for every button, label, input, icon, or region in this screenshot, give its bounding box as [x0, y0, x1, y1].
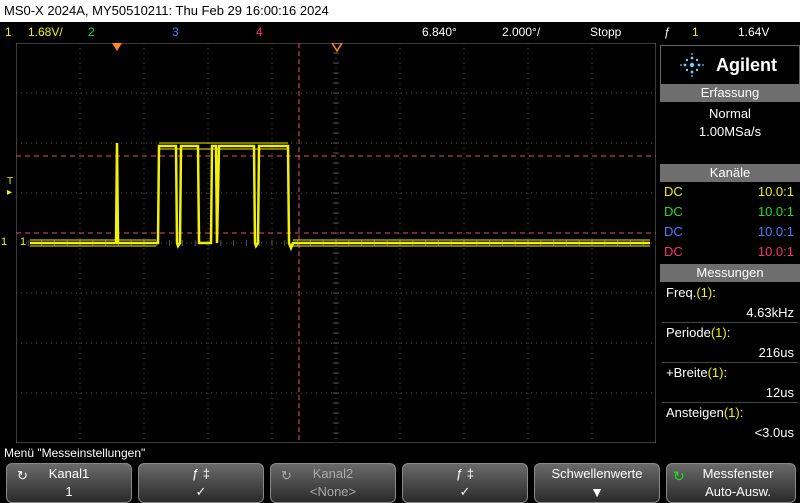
channel-coupling: DC	[664, 184, 683, 199]
side-panel: Agilent Erfassung Normal 1.00MSa/s Kanäl…	[660, 43, 800, 443]
measurement-colon: :	[726, 325, 731, 340]
edge-icons: ƒ ‡	[191, 466, 211, 481]
status-bar: 1 1.68V/ 2 3 4 6.840° 2.000°/ Stopp ƒ 1 …	[0, 22, 800, 42]
horizontal-delay[interactable]: 6.840°	[422, 22, 457, 42]
softkey-value: Auto-Ausw.	[705, 484, 771, 499]
acquisition-mode: Normal	[709, 106, 751, 121]
measurement-value: <3.0us	[754, 425, 794, 440]
channels-header[interactable]: Kanäle	[660, 164, 800, 182]
measurement-channel: (1)	[696, 285, 713, 300]
softkey-label: Schwellenwerte	[551, 466, 643, 481]
ch1-trace-tag: 1	[20, 236, 27, 248]
softkey-source2[interactable]: ↻ Kanal2 <None>	[270, 463, 396, 503]
softkey-measurement-window[interactable]: ↻ Messfenster Auto-Ausw.	[666, 463, 796, 503]
measurement-channel: (1)	[723, 405, 740, 420]
measurement-label: Ansteigen	[666, 405, 724, 420]
measurement-colon: :	[712, 285, 716, 300]
check-icon: ✓	[459, 484, 471, 499]
softkey-edge1[interactable]: ƒ ‡ ✓	[138, 463, 264, 503]
sample-rate: 1.00MSa/s	[698, 124, 762, 139]
waveform-display[interactable]	[16, 43, 656, 443]
ch1-number[interactable]: 1	[5, 22, 12, 42]
trigger-channel[interactable]: 1	[692, 22, 699, 42]
divider	[662, 362, 798, 363]
channel-probe-ratio: 10.0:1	[757, 224, 794, 239]
softkey-source1[interactable]: ↻ Kanal1 1	[6, 463, 132, 503]
softkey-bar: ↻ Kanal1 1 ƒ ‡ ✓ ↻ Kanal2 <None> ƒ ‡ ✓ S…	[0, 461, 800, 503]
measurement-value: 216us	[758, 345, 794, 360]
timebase-scale[interactable]: 2.000°/	[502, 22, 540, 42]
softkey-edge2[interactable]: ƒ ‡ ✓	[402, 463, 528, 503]
brand-box: Agilent	[660, 45, 800, 85]
window-title: MS0-X 2024A, MY50510211: Thu Feb 29 16:0…	[0, 0, 800, 22]
softkey-label: Kanal2	[312, 466, 354, 481]
measurement-label: Freq.	[666, 285, 697, 300]
channel-probe-ratio: 10.0:1	[757, 244, 794, 259]
channel-probe-ratio: 10.0:1	[757, 184, 794, 199]
channel-coupling: DC	[664, 224, 683, 239]
measurement-colon: :	[739, 405, 744, 420]
softkey-label: Kanal1	[48, 466, 90, 481]
measurement-value: 4.63kHz	[746, 305, 794, 320]
brand-name: Agilent	[716, 55, 777, 75]
check-icon: ✓	[195, 484, 207, 499]
acquisition-header[interactable]: Erfassung	[660, 84, 800, 102]
measurement-colon: :	[723, 365, 728, 380]
measurement-label: +Breite	[666, 365, 708, 380]
trigger-level[interactable]: 1.64V	[738, 22, 769, 42]
menu-title: Menü "Messeinstellungen"	[4, 446, 146, 460]
edge-icons: ƒ ‡	[455, 466, 475, 481]
divider	[662, 322, 798, 323]
run-state[interactable]: Stopp	[590, 22, 621, 42]
agilent-starburst-icon	[680, 53, 704, 77]
channel-probe-ratio: 10.0:1	[757, 204, 794, 219]
channel-coupling: DC	[664, 204, 683, 219]
measurement-channel: (1)	[707, 365, 724, 380]
divider	[662, 402, 798, 403]
softkey-label: Messfenster	[702, 466, 774, 481]
measurement-label: Periode	[666, 325, 711, 340]
ch3-number[interactable]: 3	[172, 22, 179, 42]
measurements-header[interactable]: Messungen	[660, 264, 800, 282]
measurement-channel: (1)	[710, 325, 727, 340]
arrow-down-icon: ▼	[590, 484, 604, 500]
softkey-value: 1	[65, 484, 73, 499]
measurement-value: 12us	[765, 385, 794, 400]
softkey-thresholds[interactable]: Schwellenwerte ▼	[534, 463, 660, 503]
ch1-ground-marker[interactable]: 1	[1, 236, 7, 248]
channel-coupling: DC	[664, 244, 683, 259]
ch1-scale[interactable]: 1.68V/	[28, 22, 63, 42]
trigger-level-arrow-icon: ▸	[7, 187, 13, 198]
ch2-number[interactable]: 2	[88, 22, 95, 42]
softkey-value: <None>	[309, 484, 357, 499]
ch4-number[interactable]: 4	[256, 22, 263, 42]
rising-edge-icon: ƒ	[664, 25, 671, 39]
